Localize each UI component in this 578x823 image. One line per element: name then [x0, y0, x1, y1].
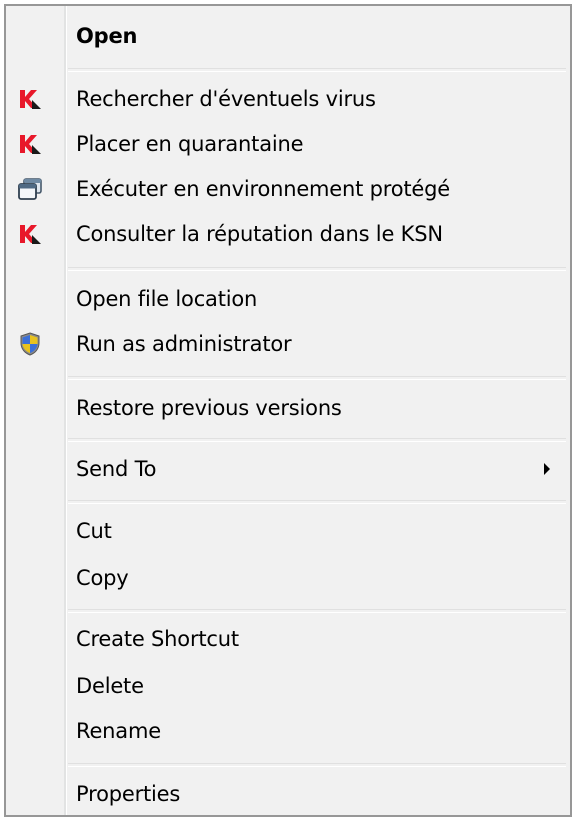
menu-item-copy[interactable]: Copy: [6, 558, 570, 598]
menu-item-label: Run as administrator: [76, 332, 292, 356]
menu-separator: [68, 609, 566, 613]
menu-separator: [68, 438, 566, 442]
menu-separator: [68, 376, 566, 380]
menu-item-ksn-reputation[interactable]: Consulter la réputation dans le KSN: [6, 214, 570, 254]
menu-item-label: Copy: [76, 566, 129, 590]
menu-item-delete[interactable]: Delete: [6, 666, 570, 706]
menu-item-run-as-admin[interactable]: Run as administrator: [6, 324, 570, 364]
kaspersky-icon: [17, 221, 43, 247]
menu-item-label: Cut: [76, 519, 112, 543]
menu-item-safe-run[interactable]: Exécuter en environnement protégé: [6, 169, 570, 209]
menu-item-create-shortcut[interactable]: Create Shortcut: [6, 619, 570, 659]
kaspersky-icon: [17, 86, 43, 112]
menu-item-send-to[interactable]: Send To: [6, 449, 570, 489]
menu-item-open[interactable]: Open: [6, 16, 570, 56]
menu-item-label: Create Shortcut: [76, 627, 239, 651]
menu-item-open-file-location[interactable]: Open file location: [6, 279, 570, 319]
menu-item-label: Rename: [76, 719, 161, 743]
kaspersky-icon: [17, 131, 43, 157]
menu-item-quarantine[interactable]: Placer en quarantaine: [6, 124, 570, 164]
menu-item-label: Delete: [76, 674, 144, 698]
menu-item-scan-viruses[interactable]: Rechercher d'éventuels virus: [6, 79, 570, 119]
menu-item-label: Send To: [76, 457, 157, 481]
submenu-arrow-icon: [544, 463, 550, 475]
menu-separator: [68, 68, 566, 72]
menu-item-rename[interactable]: Rename: [6, 711, 570, 751]
menu-item-label: Open file location: [76, 287, 258, 311]
menu-item-label: Restore previous versions: [76, 396, 342, 420]
menu-separator: [68, 267, 566, 271]
menu-item-label: Placer en quarantaine: [76, 132, 304, 156]
menu-item-label: Rechercher d'éventuels virus: [76, 87, 376, 111]
safe-run-window-icon: [17, 176, 43, 202]
menu-item-restore-previous-versions[interactable]: Restore previous versions: [6, 388, 570, 428]
context-menu: Open Rechercher d'éventuels virus Placer…: [4, 4, 572, 817]
menu-separator: [68, 763, 566, 767]
menu-item-label: Consulter la réputation dans le KSN: [76, 222, 443, 246]
menu-separator: [68, 500, 566, 504]
menu-item-label: Exécuter en environnement protégé: [76, 177, 450, 201]
menu-item-cut[interactable]: Cut: [6, 511, 570, 551]
menu-item-properties[interactable]: Properties: [6, 774, 570, 814]
menu-item-label: Open: [76, 24, 138, 48]
menu-item-label: Properties: [76, 782, 181, 806]
uac-shield-icon: [17, 331, 43, 357]
